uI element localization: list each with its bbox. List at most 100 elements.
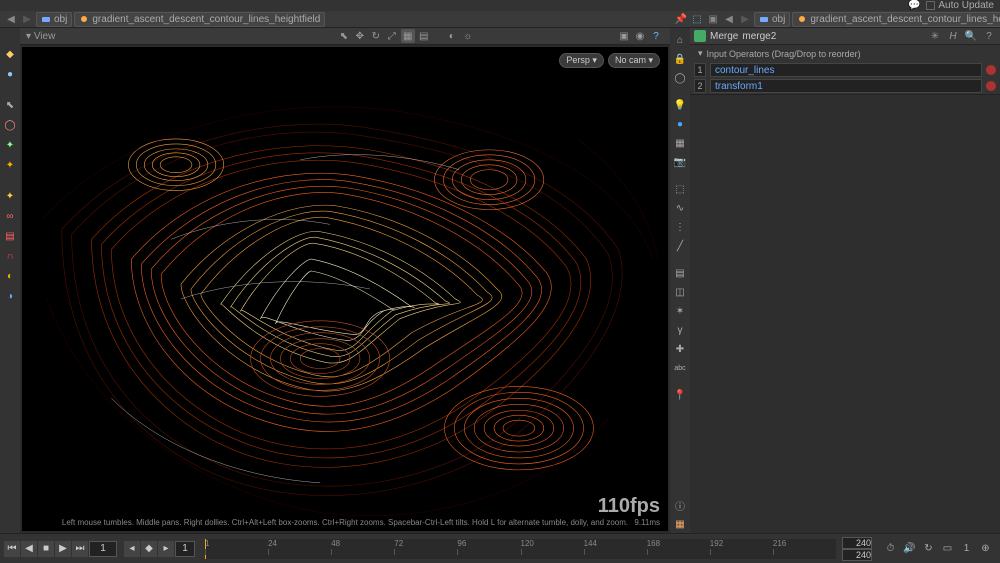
node-name[interactable]: merge2 <box>742 31 776 42</box>
key-prev-button[interactable]: ◂ <box>124 541 140 557</box>
global-anim-icon[interactable]: ⊕ <box>977 540 994 557</box>
nav-fwd2-icon[interactable]: ▶ <box>738 12 752 26</box>
tool-select[interactable]: ⬉ <box>2 97 19 114</box>
input-field-0[interactable] <box>710 63 982 77</box>
vp-axis-icon[interactable]: ✚ <box>672 341 689 358</box>
view-dropdown[interactable]: ▾ View <box>26 31 55 42</box>
viewport-header: ▾ View ⬉ ✥ ↻ ⤢ ▦ ▤ ◐ ☼ ▣ ◉ ? <box>20 28 670 45</box>
cam-badge[interactable]: No cam ▾ <box>608 53 660 68</box>
vp-material-icon[interactable]: ● <box>672 116 689 133</box>
vp-bg-icon[interactable]: ▦ <box>672 135 689 152</box>
search-icon[interactable]: 🔍 <box>964 29 978 43</box>
vp-grid-toggle[interactable]: ▦ <box>672 516 689 533</box>
stop-button[interactable]: ■ <box>38 541 54 557</box>
input-field-1[interactable] <box>710 79 982 93</box>
vp-wire-icon[interactable]: ⬚ <box>672 181 689 198</box>
tool-link[interactable]: ∞ <box>2 208 19 225</box>
input-row-0: 1 <box>690 62 1000 78</box>
auto-update-toggle[interactable]: Auto Update <box>926 0 994 11</box>
vp-render-icon[interactable]: ◉ <box>633 29 647 43</box>
nav-back-icon[interactable]: ◀ <box>4 12 18 26</box>
integer-icon[interactable]: 1 <box>958 540 975 557</box>
vp-xray-icon[interactable]: ◫ <box>672 284 689 301</box>
vp-edge-icon[interactable]: ╱ <box>672 238 689 255</box>
current-frame-input[interactable] <box>89 541 117 557</box>
range-end2-input[interactable] <box>842 549 872 561</box>
vp-home-icon[interactable]: ⌂ <box>672 32 689 49</box>
timeline-track[interactable]: 1 24 48 72 96 120 144 168 192 216 <box>205 539 836 559</box>
node-type: Merge <box>710 31 738 42</box>
vp-snap-icon[interactable]: ▦ <box>401 29 415 43</box>
tool-lasso[interactable]: ◯ <box>2 117 19 134</box>
vp-help-icon[interactable]: ? <box>649 29 663 43</box>
goto-end-button[interactable]: ⏭ <box>72 541 88 557</box>
goto-start-button[interactable]: ⏮ <box>4 541 20 557</box>
cache-frame-input[interactable] <box>175 541 195 557</box>
input-index-0[interactable]: 1 <box>694 63 706 77</box>
key-set-button[interactable]: ◆ <box>141 541 157 557</box>
vp-cam-icon[interactable]: 📷 <box>672 154 689 171</box>
nav-back2-icon[interactable]: ◀ <box>722 12 736 26</box>
vp-camera-icon[interactable]: ▣ <box>617 29 631 43</box>
play-button[interactable]: ▶ <box>55 541 71 557</box>
vp-ghost-icon[interactable]: ◯ <box>672 70 689 87</box>
h-icon[interactable]: H <box>946 29 960 43</box>
vp-cursor-icon[interactable]: ⬉ <box>337 29 351 43</box>
input-remove-0[interactable] <box>986 65 996 75</box>
vp-curve-icon[interactable]: ∿ <box>672 200 689 217</box>
vp-grid-icon[interactable]: ▤ <box>417 29 431 43</box>
vp-point-icon[interactable]: ⋮ <box>672 219 689 236</box>
input-remove-1[interactable] <box>986 81 996 91</box>
node-header: Merge merge2 ✳ H 🔍 ? <box>690 28 1000 45</box>
breadcrumb2-node[interactable]: gradient_ascent_descent_contour_lines_he… <box>792 12 1000 27</box>
pin-icon[interactable]: 📌 <box>674 12 688 26</box>
tool-brush[interactable]: ◐ <box>2 268 19 285</box>
vp-normals-icon[interactable]: ✶ <box>672 303 689 320</box>
vp-info-icon[interactable]: ⓘ <box>672 497 689 514</box>
viewport-right-toolbar: ⌂ 🔒 ◯ 💡 ● ▦ 📷 ⬚ ∿ ⋮ ╱ ▤ ◫ ✶ γ ✚ abc 📍 ⓘ … <box>670 28 690 533</box>
tool-globe[interactable]: ● <box>2 66 19 83</box>
link-icon[interactable]: ⬚ <box>690 12 704 26</box>
audio-icon[interactable]: 🔊 <box>901 540 918 557</box>
tool-magnet[interactable]: ∩ <box>2 248 19 265</box>
chat-icon[interactable]: 💬 <box>908 0 920 11</box>
vp-light-icon[interactable]: ☼ <box>461 29 475 43</box>
vp-light-toggle[interactable]: 💡 <box>672 97 689 114</box>
persp-badge[interactable]: Persp ▾ <box>559 53 604 68</box>
nav-fwd-icon[interactable]: ▶ <box>20 12 34 26</box>
gear-icon[interactable]: ✳ <box>928 29 942 43</box>
vp-move-icon[interactable]: ✥ <box>353 29 367 43</box>
range-end1-input[interactable] <box>842 537 872 549</box>
timeline: ⏮ ◀ ■ ▶ ⏭ ◂ ◆ ▸ 1 24 48 72 96 120 144 16… <box>0 533 1000 563</box>
inputs-section-label: Input Operators (Drag/Drop to reorder) <box>707 49 861 59</box>
play-rev-button[interactable]: ◀ <box>21 541 37 557</box>
new-panel-icon[interactable]: ▣ <box>706 12 720 26</box>
tool-lights[interactable]: ✦ <box>2 157 19 174</box>
left-toolbar: ◆ ● ⬉ ◯ ✦ ✦ ✦ ∞ ▤ ∩ ◐ ◑ <box>0 28 20 533</box>
input-row-1: 2 <box>690 78 1000 94</box>
tool-star[interactable]: ✦ <box>2 188 19 205</box>
breadcrumb2-obj[interactable]: obj <box>754 12 790 27</box>
vp-shading-icon[interactable]: ◐ <box>445 29 459 43</box>
loop-icon[interactable]: ↻ <box>920 540 937 557</box>
vp-scale-icon[interactable]: ⤢ <box>385 29 399 43</box>
vp-lock-icon[interactable]: 🔒 <box>672 51 689 68</box>
input-index-1[interactable]: 2 <box>694 79 706 93</box>
vp-marker-icon[interactable]: 📍 <box>672 387 689 404</box>
tool-boolean[interactable]: ◑ <box>2 288 19 305</box>
vp-abc-icon[interactable]: abc <box>672 360 689 377</box>
realtime-icon[interactable]: ⏱ <box>882 540 899 557</box>
breadcrumb-node[interactable]: gradient_ascent_descent_contour_lines_he… <box>74 12 325 27</box>
vp-dispopt-icon[interactable]: ▤ <box>672 265 689 282</box>
tool-view[interactable]: ◆ <box>2 46 19 63</box>
tool-handle[interactable]: ✦ <box>2 137 19 154</box>
range-icon[interactable]: ▭ <box>939 540 956 557</box>
breadcrumb-obj[interactable]: obj <box>36 12 72 27</box>
vp-gamma-icon[interactable]: γ <box>672 322 689 339</box>
key-next-button[interactable]: ▸ <box>158 541 174 557</box>
vp-rotate-icon[interactable]: ↻ <box>369 29 383 43</box>
help-icon[interactable]: ? <box>982 29 996 43</box>
viewport[interactable]: Persp ▾ No cam ▾ 110fps 9.11ms Left mous… <box>22 47 668 531</box>
tool-layer[interactable]: ▤ <box>2 228 19 245</box>
merge-icon <box>694 30 706 42</box>
